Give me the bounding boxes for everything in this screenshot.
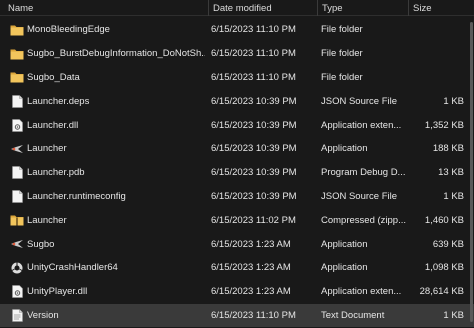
dll-icon [10, 113, 24, 137]
file-row[interactable]: Launcher 6/15/2023 10:39 PM Application 188… [0, 137, 474, 161]
column-header-date-modified[interactable]: Date modified [208, 0, 317, 16]
file-type: Application [321, 262, 368, 274]
file-date-modified: 6/15/2023 1:23 AM [211, 262, 291, 274]
column-header-name[interactable]: Name [0, 0, 208, 16]
document-icon [10, 161, 24, 185]
file-size: 1,098 KB [424, 262, 464, 274]
file-name: Launcher.dll [27, 119, 79, 131]
zip-folder-icon [10, 208, 24, 232]
file-row[interactable]: Launcher.pdb 6/15/2023 10:39 PM Program De… [0, 161, 474, 185]
file-type: File folder [321, 71, 363, 83]
file-row[interactable]: UnityCrashHandler64 6/15/2023 1:23 AM Appl… [0, 256, 474, 280]
file-date-modified: 6/15/2023 11:10 PM [211, 48, 296, 60]
file-size: 1 KB [443, 95, 464, 107]
file-date-modified: 6/15/2023 11:10 PM [211, 71, 296, 83]
document-icon [10, 185, 24, 209]
file-list: MonoBleedingEdge 6/15/2023 11:10 PM File f… [0, 18, 474, 328]
file-type: Application [321, 238, 368, 250]
file-size [408, 18, 464, 42]
file-name: MonoBleedingEdge [27, 24, 110, 36]
file-type: File folder [321, 24, 363, 36]
file-name: Sugbo_BurstDebugInformation_DoNotSh... [27, 48, 205, 60]
file-name: Launcher.deps [27, 95, 90, 107]
file-size: 13 KB [438, 167, 464, 179]
file-size [408, 42, 464, 66]
file-size [408, 66, 464, 90]
file-size: 639 KB [432, 238, 464, 250]
file-size: 1,460 KB [424, 214, 464, 226]
column-header-type[interactable]: Type [317, 0, 408, 16]
column-header-bar: Name Date modified Type Size [0, 0, 474, 16]
file-name: UnityPlayer.dll [27, 286, 88, 298]
file-size: 1 KB [443, 190, 464, 202]
file-date-modified: 6/15/2023 1:23 AM [211, 238, 291, 250]
file-date-modified: 6/15/2023 11:02 PM [211, 214, 296, 226]
file-name: Launcher.runtimeconfig [27, 190, 126, 202]
file-name: Launcher [27, 214, 67, 226]
file-type: JSON Source File [321, 190, 398, 202]
file-row[interactable]: Sugbo 6/15/2023 1:23 AM Application 639 KB [0, 232, 474, 256]
file-size: 1 KB [443, 309, 464, 321]
file-name: UnityCrashHandler64 [27, 262, 118, 274]
file-type: JSON Source File [321, 95, 398, 107]
app-icon [10, 232, 24, 256]
file-size: 28,614 KB [419, 286, 464, 298]
dll-icon [10, 280, 24, 304]
file-date-modified: 6/15/2023 11:10 PM [211, 309, 296, 321]
file-explorer: Name Date modified Type Size MonoBleedin… [0, 0, 474, 328]
file-date-modified: 6/15/2023 1:23 AM [211, 286, 291, 298]
file-size: 1,352 KB [424, 119, 464, 131]
file-type: Application exten... [321, 119, 402, 131]
app-icon [10, 137, 24, 161]
column-header-size[interactable]: Size [408, 0, 474, 16]
file-type: Program Debug D... [321, 167, 406, 179]
folder-icon [10, 66, 24, 90]
file-name: Version [27, 309, 59, 321]
file-row[interactable]: Sugbo_Data 6/15/2023 11:10 PM File folder [0, 66, 474, 90]
file-name: Launcher [27, 143, 67, 155]
file-name: Sugbo [27, 238, 55, 250]
folder-icon [10, 18, 24, 42]
file-name: Sugbo_Data [27, 71, 80, 83]
file-type: Application exten... [321, 286, 402, 298]
document-icon [10, 89, 24, 113]
file-type: Text Document [321, 309, 385, 321]
file-row[interactable]: Launcher.dll 6/15/2023 10:39 PM Applicatio… [0, 113, 474, 137]
scrollbar-thumb[interactable] [470, 22, 473, 322]
file-date-modified: 6/15/2023 10:39 PM [211, 190, 297, 202]
file-type: Application [321, 143, 368, 155]
file-row[interactable]: UnityPlayer.dll 6/15/2023 1:23 AM Applicat… [0, 280, 474, 304]
file-date-modified: 6/15/2023 11:10 PM [211, 24, 296, 36]
file-size: 188 KB [432, 143, 464, 155]
unity-icon [10, 256, 24, 280]
file-date-modified: 6/15/2023 10:39 PM [211, 95, 297, 107]
file-date-modified: 6/15/2023 10:39 PM [211, 119, 297, 131]
file-row[interactable]: Launcher.runtimeconfig 6/15/2023 10:39 PM… [0, 185, 474, 209]
file-date-modified: 6/15/2023 10:39 PM [211, 167, 297, 179]
file-row[interactable]: MonoBleedingEdge 6/15/2023 11:10 PM File f… [0, 18, 474, 42]
text-file-icon [10, 304, 24, 328]
file-row[interactable]: Launcher 6/15/2023 11:02 PM Compressed (zi… [0, 208, 474, 232]
file-type: Compressed (zipp... [321, 214, 407, 226]
file-row[interactable]: Version 6/15/2023 11:10 PM Text Document 1 … [0, 303, 474, 328]
file-type: File folder [321, 48, 363, 60]
file-row[interactable]: Sugbo_BurstDebugInformation_DoNotSh... 6/… [0, 42, 474, 66]
vertical-scrollbar[interactable] [468, 18, 474, 328]
file-date-modified: 6/15/2023 10:39 PM [211, 143, 297, 155]
folder-icon [10, 42, 24, 66]
file-row[interactable]: Launcher.deps 6/15/2023 10:39 PM JSON Sour… [0, 89, 474, 113]
file-name: Launcher.pdb [27, 167, 85, 179]
